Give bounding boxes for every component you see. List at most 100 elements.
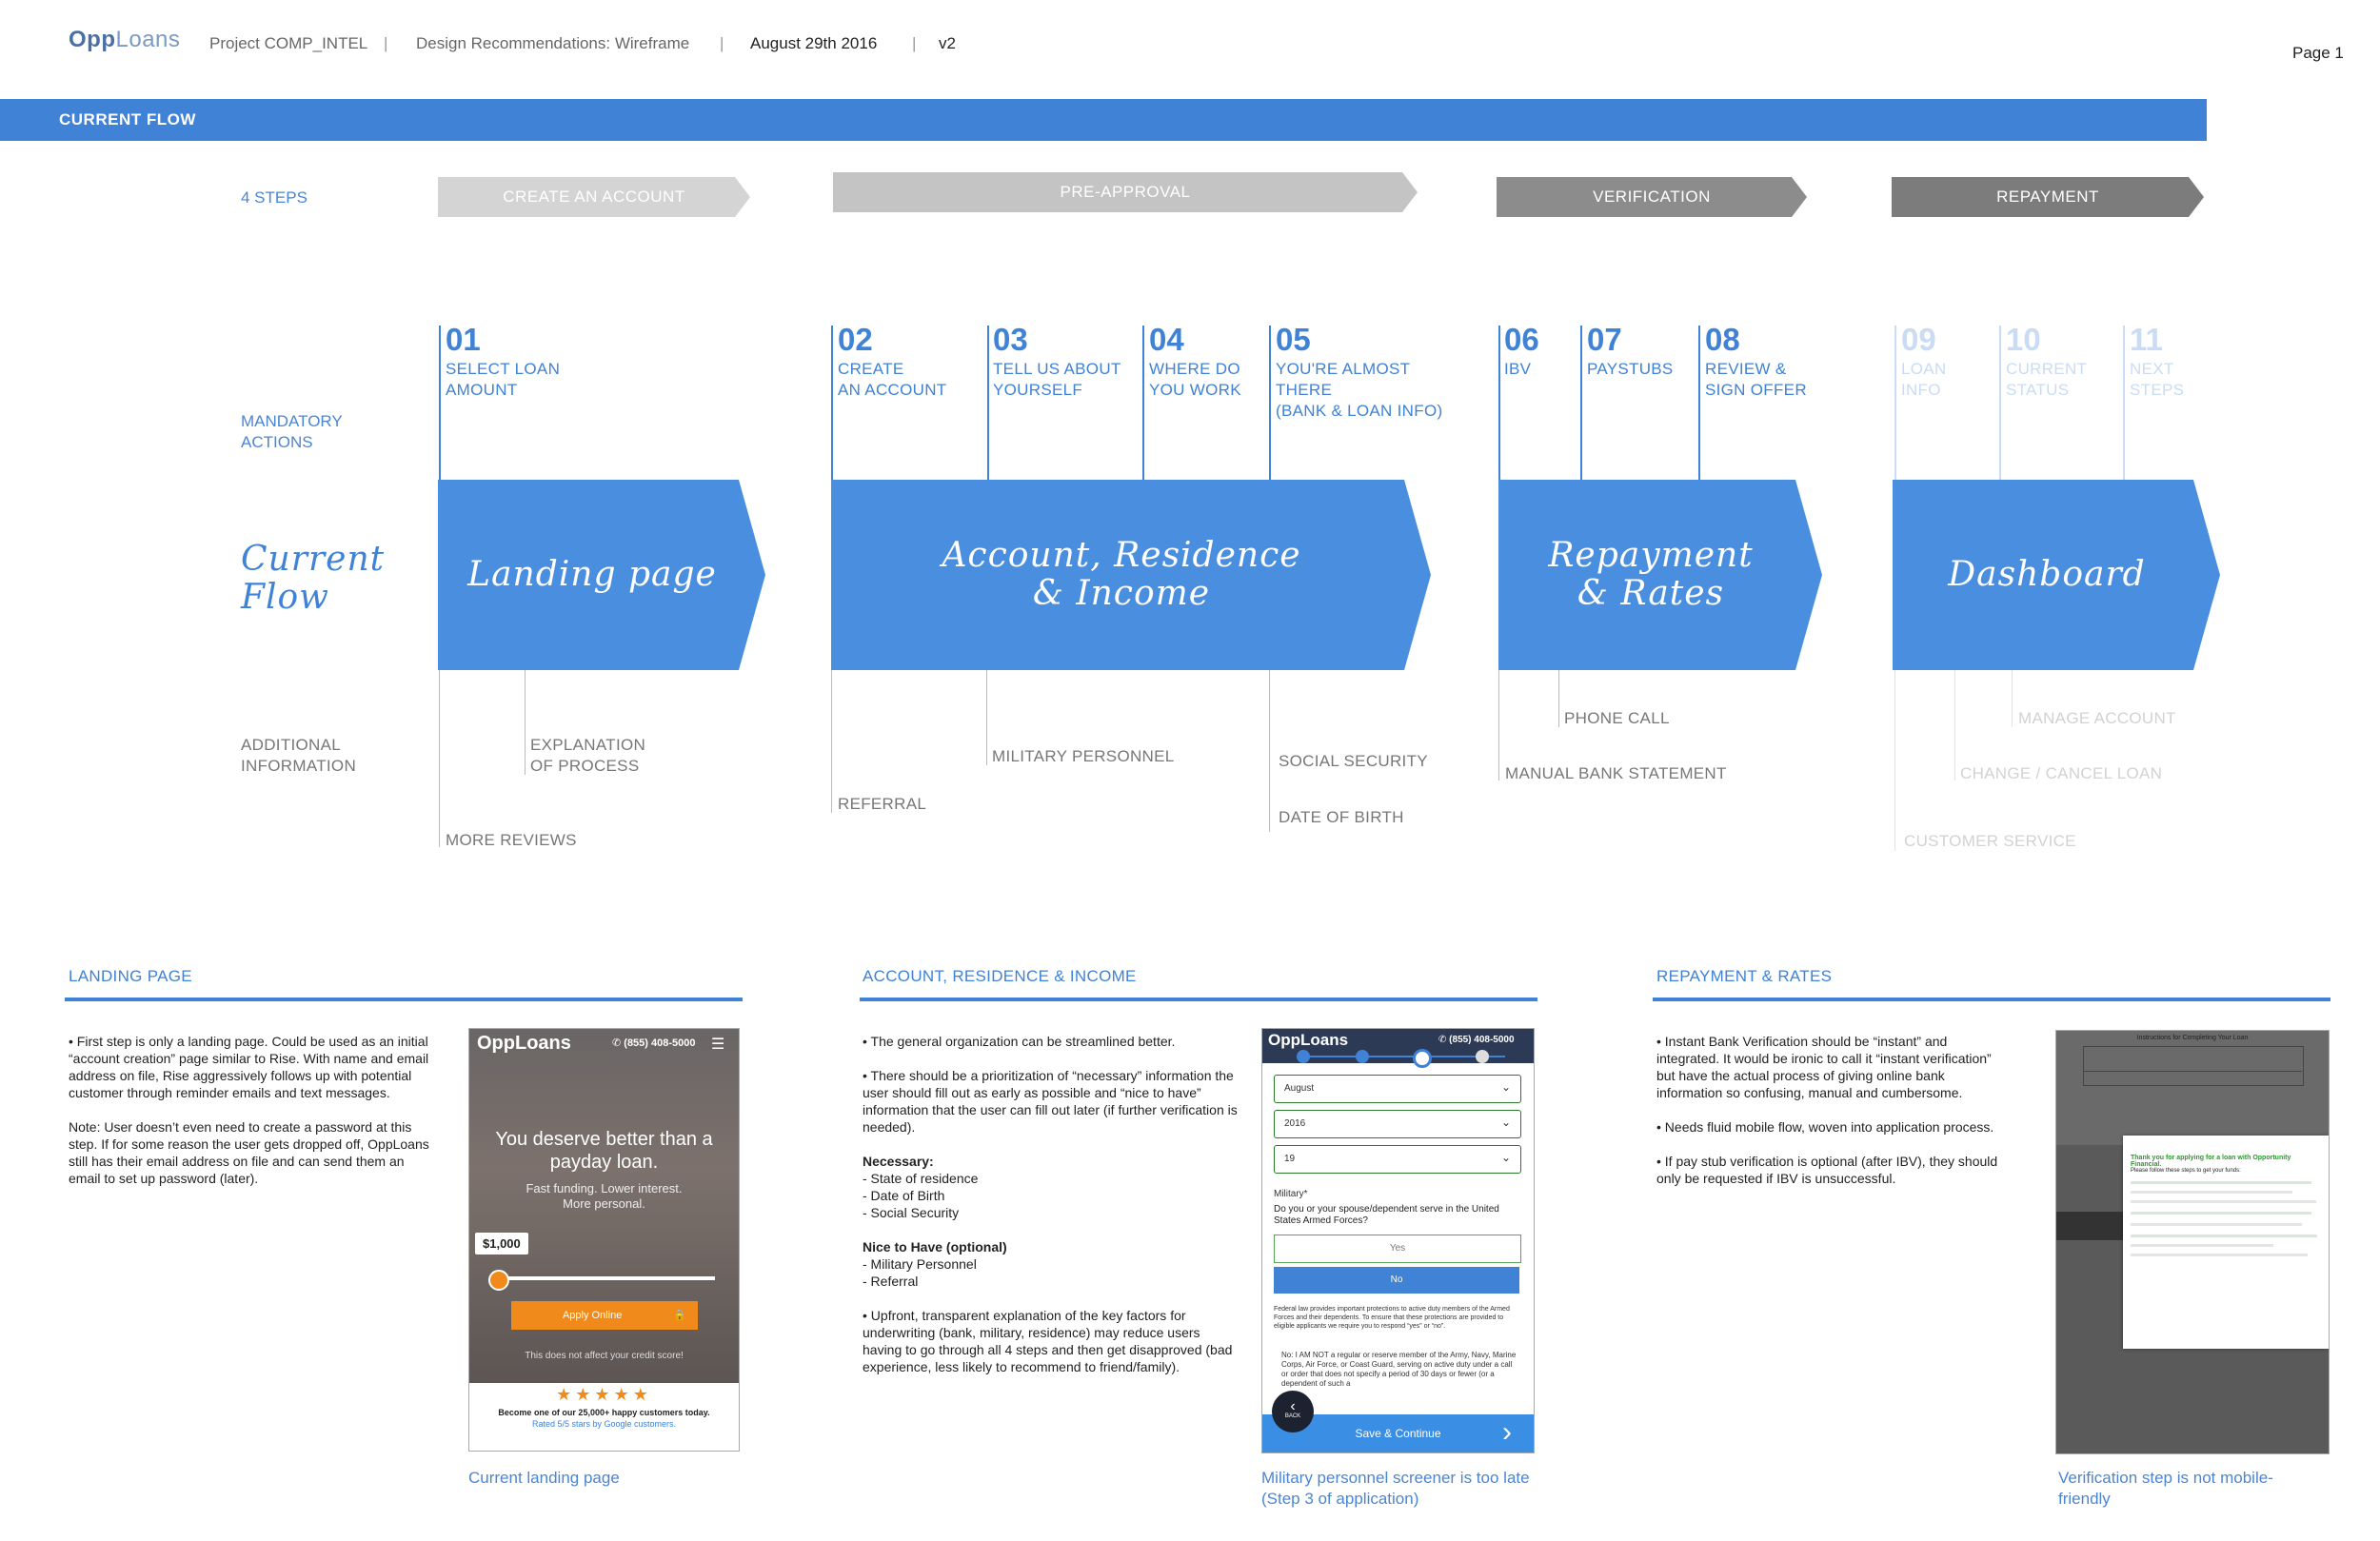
document-date: August 29th 2016 <box>750 34 878 52</box>
action-07: 07 PAYSTUBS <box>1587 322 1674 378</box>
modal-line <box>2131 1244 2273 1247</box>
info-explanation-of-process: EXPLANATION OF PROCESS <box>530 736 646 775</box>
header-separator: | <box>912 34 917 52</box>
modal-line <box>2131 1223 2302 1226</box>
chevron-right-icon: › <box>1502 1416 1512 1448</box>
landing-headline: You deserve better than a payday loan. <box>495 1129 713 1173</box>
connector-line <box>439 326 441 480</box>
verification-doc-title: Instructions for Completing Your Loan <box>2136 1035 2249 1041</box>
table-divider <box>2083 1071 2302 1072</box>
action-09: 09 LOAN INFO <box>1901 322 1947 399</box>
repayment-notes: • Instant Bank Verification should be “i… <box>1656 1034 1998 1186</box>
account-caption: Military personnel screener is too late … <box>1261 1469 1530 1508</box>
progress-step-current <box>1413 1049 1432 1068</box>
connector-line <box>2123 326 2125 480</box>
dark-panel <box>2056 1212 2123 1240</box>
section-title-account: ACCOUNT, RESIDENCE & INCOME <box>863 967 1137 985</box>
connector-line <box>1698 326 1700 480</box>
chevron-down-icon: ⌄ <box>1500 1151 1511 1164</box>
connector-line <box>987 326 989 480</box>
info-date-of-birth: DATE OF BIRTH <box>1279 808 1404 826</box>
connector-line <box>986 670 987 765</box>
section-title-landing: LANDING PAGE <box>69 967 192 985</box>
connector-line <box>1498 326 1500 480</box>
phone-logo: OppLoans <box>1268 1031 1349 1049</box>
military-screener-screenshot: OppLoans ✆ (855) 408-5000 August ⌄ 2016 ⌄ … <box>1261 1028 1535 1453</box>
credit-score-note: This does not affect your credit score! <box>525 1351 684 1361</box>
birth-month-select[interactable]: August ⌄ <box>1274 1075 1521 1103</box>
back-button[interactable]: ‹ BACK <box>1272 1391 1314 1432</box>
flow-account-residence-income: Account, Residence & Income <box>831 480 1431 670</box>
current-flow-label: Current Flow <box>241 540 386 617</box>
connector-line <box>1558 670 1559 727</box>
mandatory-actions-label: MANDATORY ACTIONS <box>241 412 343 451</box>
phone-number[interactable]: ✆ (855) 408-5000 <box>1438 1035 1515 1045</box>
connector-line <box>1142 326 1144 480</box>
info-military-personnel: MILITARY PERSONNEL <box>992 747 1175 765</box>
section-rule <box>1653 998 2330 1001</box>
landing-page-screenshot: OppLoans ✆ (855) 408-5000 ☰ You deserve … <box>468 1028 740 1452</box>
action-05: 05 YOU'RE ALMOST THERE (BANK & LOAN INFO… <box>1276 322 1443 420</box>
phase-pre-approval: PRE-APPROVAL <box>833 172 1418 212</box>
action-08: 08 REVIEW & SIGN OFFER <box>1705 322 1807 399</box>
page-number: Page 1 <box>2292 44 2344 62</box>
header-separator: | <box>384 34 388 52</box>
connector-line <box>1498 670 1499 780</box>
military-no-button[interactable]: No <box>1274 1267 1519 1294</box>
connector-line <box>1894 670 1895 851</box>
modal-thanks: Thank you for applying for a loan with O… <box>2131 1155 2291 1168</box>
loan-amount-slider-handle[interactable] <box>488 1270 509 1291</box>
opploans-logo: OppLoans <box>69 27 181 52</box>
modal-line <box>2131 1212 2311 1215</box>
info-referral: REFERRAL <box>838 795 927 813</box>
connector-line <box>831 670 832 813</box>
section-rule <box>65 998 743 1001</box>
connector-line <box>1269 326 1271 480</box>
progress-step <box>1476 1050 1489 1063</box>
connector-line <box>525 670 526 775</box>
military-yes-button[interactable]: Yes <box>1274 1235 1521 1263</box>
birth-day-select[interactable]: 19 ⌄ <box>1274 1145 1521 1174</box>
landing-caption: Current landing page <box>468 1469 620 1487</box>
rating-stars: ★★★★★ <box>556 1385 652 1404</box>
flow-repayment-rates: Repayment & Rates <box>1498 480 1822 670</box>
section-title-repayment: REPAYMENT & RATES <box>1656 967 1833 985</box>
document-version: v2 <box>939 34 956 52</box>
info-manage-account: MANAGE ACCOUNT <box>2018 709 2176 727</box>
phase-repayment: REPAYMENT <box>1892 177 2204 217</box>
connector-line <box>1894 326 1896 480</box>
steps-label: 4 STEPS <box>241 188 307 207</box>
review-text: Become one of our 25,000+ happy customer… <box>498 1408 710 1417</box>
repayment-caption: Verification step is not mobile-friendly <box>2058 1469 2273 1508</box>
project-name: Project COMP_INTEL <box>209 34 368 52</box>
flow-dashboard: Dashboard <box>1893 480 2220 670</box>
info-manual-bank-statement: MANUAL BANK STATEMENT <box>1505 764 1727 782</box>
loan-amount-bubble: $1,000 <box>475 1233 528 1255</box>
modal-line <box>2131 1254 2308 1256</box>
progress-line <box>1300 1056 1505 1057</box>
modal-line <box>2131 1181 2311 1184</box>
phone-number[interactable]: ✆ (855) 408-5000 <box>612 1037 696 1049</box>
apply-online-button[interactable]: Apply Online 🔒 <box>511 1301 698 1330</box>
info-customer-service: CUSTOMER SERVICE <box>1904 832 2076 850</box>
info-social-security: SOCIAL SECURITY <box>1279 752 1428 770</box>
connector-line <box>1999 326 2001 480</box>
lock-icon: 🔒 <box>673 1310 686 1321</box>
verification-screenshot: Instructions for Completing Your Loan Th… <box>2055 1030 2330 1454</box>
action-06: 06 IBV <box>1504 322 1539 378</box>
modal-line <box>2131 1191 2292 1194</box>
birth-year-select[interactable]: 2016 ⌄ <box>1274 1110 1521 1138</box>
loan-amount-slider-track[interactable] <box>496 1276 715 1280</box>
chevron-down-icon: ⌄ <box>1500 1116 1511 1129</box>
connector-line <box>439 670 440 847</box>
connector-line <box>1954 670 1955 780</box>
progress-step <box>1297 1050 1310 1063</box>
document-title: Design Recommendations: Wireframe <box>416 34 690 52</box>
hamburger-menu-icon[interactable]: ☰ <box>711 1035 724 1054</box>
chevron-down-icon: ⌄ <box>1500 1080 1511 1094</box>
rated-text: Rated 5/5 stars by Google customers. <box>531 1419 677 1429</box>
connector-line <box>831 326 833 480</box>
account-notes: • The general organization can be stream… <box>863 1034 1238 1374</box>
military-question: Do you or your spouse/dependent serve in… <box>1274 1204 1499 1226</box>
connector-line <box>2012 670 2013 727</box>
